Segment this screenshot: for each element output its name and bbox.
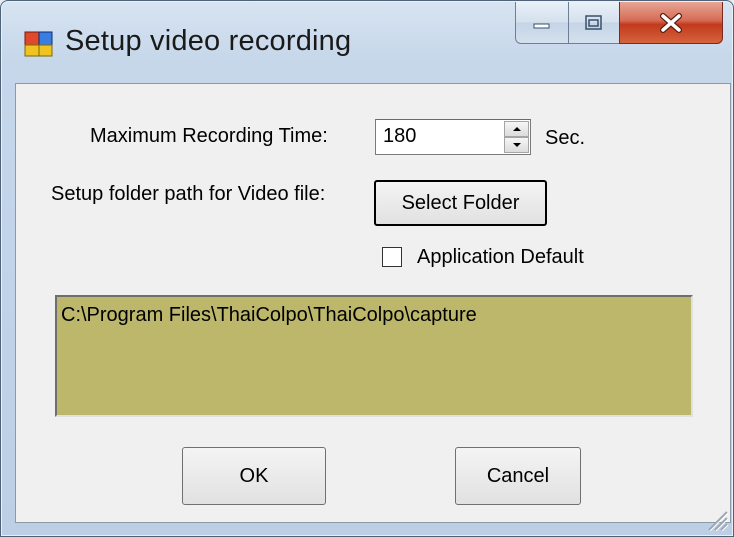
ok-button-label: OK [239,464,269,487]
spin-down-button[interactable] [504,137,529,153]
maximize-button[interactable] [568,2,620,44]
max-recording-time-label: Maximum Recording Time: [90,125,328,147]
app-icon [24,31,53,57]
dialog-window: Setup video recording Maximum Recording … [0,0,734,537]
max-recording-time-value[interactable]: 180 [383,125,416,148]
video-folder-path-field[interactable]: C:\Program Files\ThaiColpo\ThaiColpo\cap… [55,295,693,417]
maximize-icon [585,14,602,30]
arrow-up-icon [512,127,521,131]
video-folder-path-text[interactable]: C:\Program Files\ThaiColpo\ThaiColpo\cap… [61,304,477,327]
minimize-button[interactable] [515,2,569,44]
select-folder-button-label: Select Folder [401,191,520,214]
cancel-button-label: Cancel [486,464,550,487]
application-default-checkbox[interactable] [382,247,402,267]
max-recording-time-spinner[interactable]: 180 [375,119,531,155]
cancel-button[interactable]: Cancel [455,447,581,505]
ok-button[interactable]: OK [182,447,326,505]
seconds-unit-label: Sec. [545,127,586,149]
close-button[interactable] [619,2,723,44]
minimize-icon [533,23,550,28]
arrow-down-icon [512,143,521,147]
window-title: Setup video recording [65,25,352,57]
title-bar[interactable]: Setup video recording [1,1,733,81]
spin-up-button[interactable] [504,121,529,137]
spinner-buttons [504,121,529,153]
close-icon [660,12,682,33]
folder-path-label: Setup folder path for Video file: [51,183,326,205]
application-default-label[interactable]: Application Default [417,246,584,269]
resize-grip-icon[interactable] [701,504,729,532]
select-folder-button[interactable]: Select Folder [374,180,547,226]
